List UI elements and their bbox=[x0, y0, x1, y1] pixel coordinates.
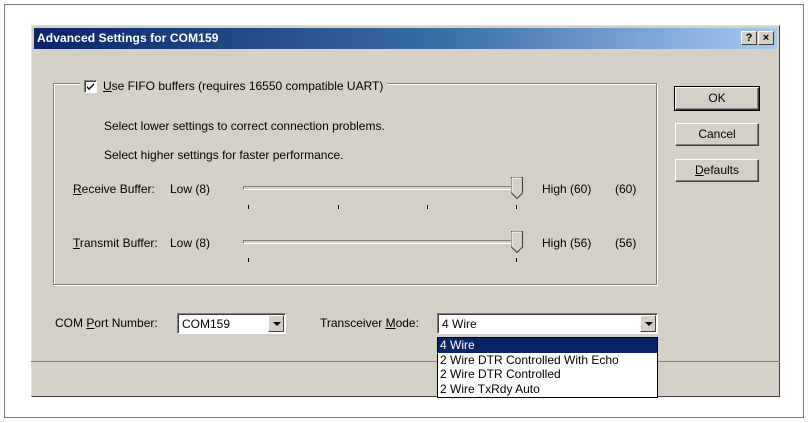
checkmark-icon bbox=[87, 82, 94, 90]
transceiver-mode-label: Transceiver Mode: bbox=[320, 316, 419, 330]
receive-buffer-slider-thumb[interactable] bbox=[511, 177, 523, 199]
transmit-low-label: Low (8) bbox=[170, 236, 211, 250]
receive-buffer-label: Receive Buffer: bbox=[73, 182, 155, 196]
receive-buffer-track[interactable] bbox=[243, 186, 523, 190]
dropdown-option[interactable]: 2 Wire TxRdy Auto bbox=[438, 382, 657, 397]
transceiver-mode-select[interactable]: 4 Wire bbox=[437, 313, 658, 334]
receive-tick bbox=[427, 205, 428, 209]
transmit-buffer-slider-thumb[interactable] bbox=[511, 231, 523, 253]
receive-low-label: Low (8) bbox=[170, 182, 211, 196]
receive-tick bbox=[338, 205, 339, 209]
dropdown-option[interactable]: 2 Wire DTR Controlled bbox=[438, 367, 657, 382]
chevron-down-icon[interactable] bbox=[268, 315, 284, 332]
receive-high-label: High (60) bbox=[542, 182, 592, 196]
receive-tick bbox=[248, 205, 249, 209]
window-title: Advanced Settings for COM159 bbox=[37, 31, 219, 45]
title-bar[interactable]: Advanced Settings for COM159 ? × bbox=[34, 28, 777, 49]
help-button[interactable]: ? bbox=[741, 31, 757, 45]
dialog-bottom-divider bbox=[31, 361, 780, 362]
chevron-down-icon[interactable] bbox=[640, 315, 656, 332]
com-port-select[interactable]: COM159 bbox=[177, 313, 286, 334]
transceiver-mode-dropdown-list: 4 Wire 2 Wire DTR Controlled With Echo 2… bbox=[437, 337, 658, 398]
info-line-lower: Select lower settings to correct connect… bbox=[104, 119, 385, 133]
fifo-label: Use FIFO buffers (requires 16550 compati… bbox=[103, 79, 384, 93]
transmit-high-label: High (56) bbox=[542, 236, 592, 250]
fifo-checkbox[interactable] bbox=[84, 79, 97, 93]
dropdown-option[interactable]: 4 Wire bbox=[438, 338, 657, 353]
transceiver-mode-value: 4 Wire bbox=[442, 317, 477, 331]
info-line-higher: Select higher settings for faster perfor… bbox=[104, 148, 344, 162]
ok-button[interactable]: OK bbox=[674, 86, 760, 111]
com-port-label: COM Port Number: bbox=[55, 316, 158, 330]
receive-value: (60) bbox=[615, 182, 637, 196]
transmit-buffer-label: Transmit Buffer: bbox=[73, 236, 158, 250]
fifo-checkbox-row[interactable]: Use FIFO buffers (requires 16550 compati… bbox=[80, 78, 388, 94]
defaults-button[interactable]: Defaults bbox=[675, 159, 759, 182]
transmit-value: (56) bbox=[615, 236, 637, 250]
transmit-tick bbox=[516, 258, 517, 262]
transmit-buffer-track[interactable] bbox=[243, 240, 523, 244]
close-button[interactable]: × bbox=[758, 31, 774, 45]
transmit-tick bbox=[248, 258, 249, 262]
cancel-button[interactable]: Cancel bbox=[675, 123, 759, 146]
dropdown-option[interactable]: 2 Wire DTR Controlled With Echo bbox=[438, 353, 657, 368]
com-port-value: COM159 bbox=[182, 317, 231, 331]
receive-tick bbox=[516, 205, 517, 209]
